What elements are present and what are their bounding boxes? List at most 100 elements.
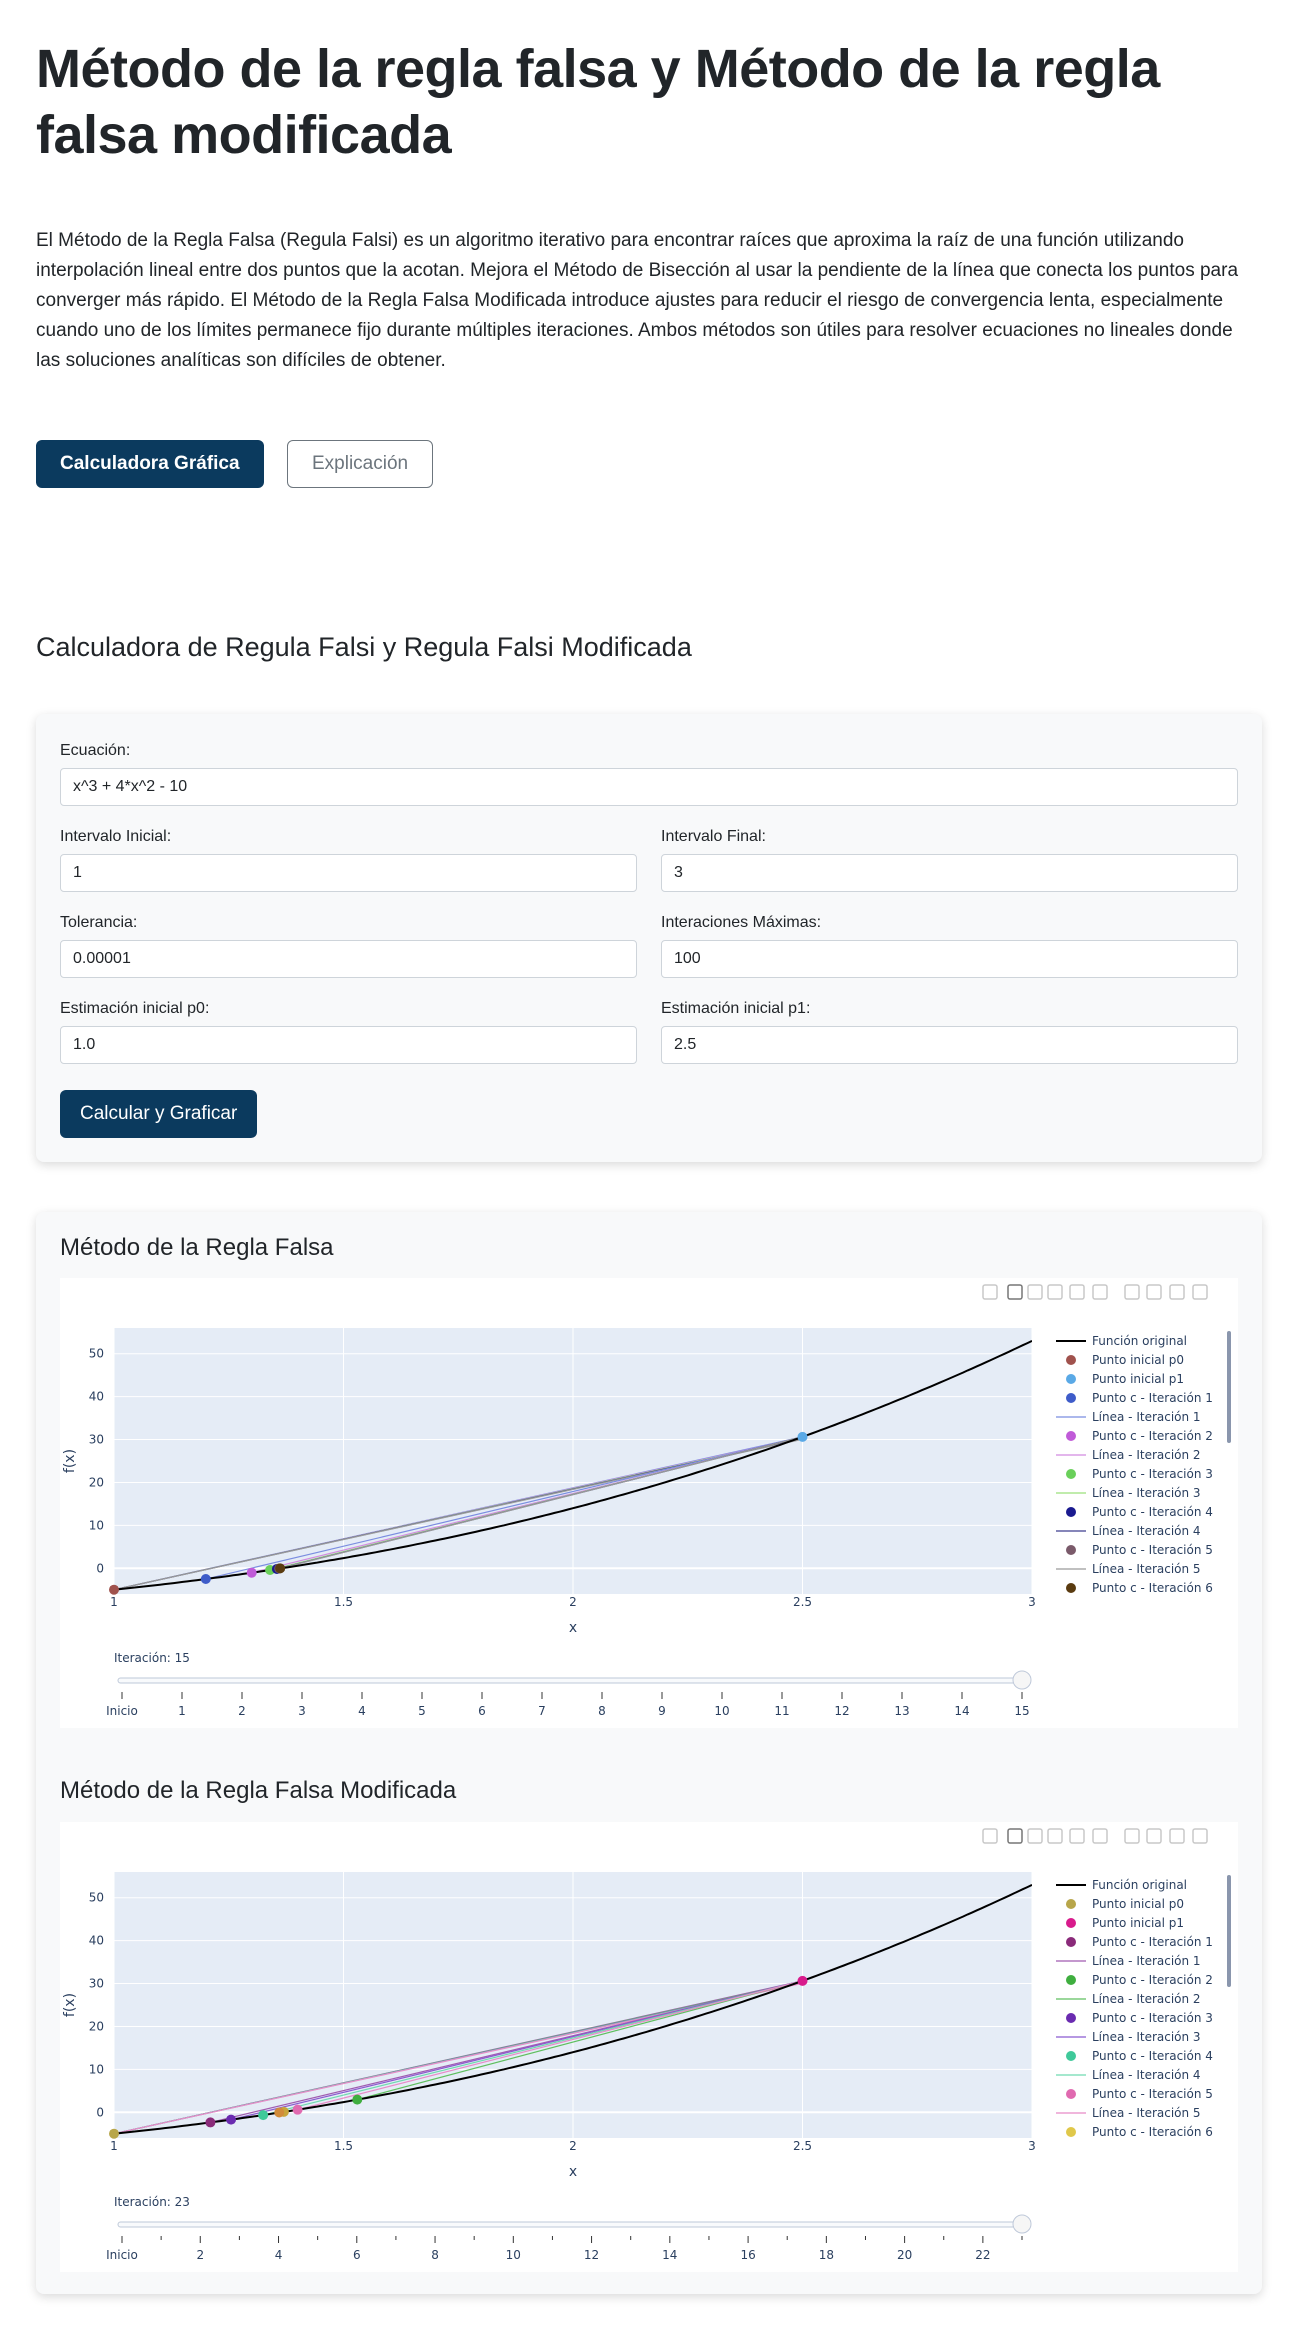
pan-icon[interactable] — [1027, 1284, 1043, 1300]
slider-step-label[interactable]: 4 — [275, 2248, 283, 2262]
equation-input[interactable]: x^3 + 4*x^2 - 10 — [60, 768, 1238, 806]
legend-dot-swatch[interactable] — [1066, 1918, 1076, 1928]
home-icon[interactable] — [1192, 1284, 1208, 1300]
home-icon[interactable] — [1192, 1828, 1208, 1844]
point-p1[interactable] — [797, 1431, 808, 1442]
slider-step-label[interactable]: 9 — [658, 1704, 666, 1718]
zoom-out-icon[interactable] — [1146, 1284, 1162, 1300]
autoscale-icon[interactable] — [1169, 1828, 1185, 1844]
slider-step-label[interactable]: 5 — [418, 1704, 426, 1718]
slider-step-label[interactable]: 14 — [954, 1704, 969, 1718]
legend-item-label[interactable]: Línea - Iteración 5 — [1092, 1562, 1201, 1576]
slider-step-label[interactable]: 12 — [584, 2248, 599, 2262]
legend-scrollbar[interactable] — [1227, 1331, 1231, 1443]
legend-dot-swatch[interactable] — [1066, 1937, 1076, 1947]
slider-step-label[interactable]: 12 — [834, 1704, 849, 1718]
zoom-in-icon[interactable] — [1124, 1284, 1140, 1300]
iteration-point-1[interactable] — [200, 1574, 211, 1585]
slider-step-label[interactable]: 6 — [478, 1704, 486, 1718]
legend-dot-swatch[interactable] — [1066, 2051, 1076, 2061]
slider-step-label[interactable]: 3 — [298, 1704, 306, 1718]
slider-step-label[interactable]: 6 — [353, 2248, 361, 2262]
slider-step-label[interactable]: 14 — [662, 2248, 677, 2262]
slider-step-label[interactable]: 15 — [1014, 1704, 1029, 1718]
lasso-icon[interactable] — [1069, 1284, 1085, 1300]
slider-step-label[interactable]: 8 — [598, 1704, 606, 1718]
iteration-point-1[interactable] — [205, 2117, 216, 2128]
slider-step-label[interactable]: 8 — [431, 2248, 439, 2262]
slider-step-label[interactable]: 18 — [819, 2248, 834, 2262]
legend-item-label[interactable]: Punto c - Iteración 3 — [1092, 1467, 1213, 1481]
legend-item-label[interactable]: Punto c - Iteración 4 — [1092, 1505, 1213, 1519]
legend-item-label[interactable]: Punto c - Iteración 2 — [1092, 1973, 1213, 1987]
slider-step-label[interactable]: 2 — [196, 2248, 204, 2262]
box-select-icon[interactable] — [1047, 1828, 1063, 1844]
legend-item-label[interactable]: Punto inicial p1 — [1092, 1916, 1184, 1930]
slider-step-label[interactable]: 7 — [538, 1704, 546, 1718]
iteration-point-2[interactable] — [246, 1567, 257, 1578]
slider-handle[interactable] — [1012, 1670, 1032, 1690]
camera-icon[interactable] — [982, 1828, 998, 1844]
legend-item-label[interactable]: Línea - Iteración 2 — [1092, 1448, 1201, 1462]
legend-item-label[interactable]: Punto c - Iteración 5 — [1092, 1543, 1213, 1557]
zoom-in-icon[interactable] — [1124, 1828, 1140, 1844]
legend-dot-swatch[interactable] — [1066, 1899, 1076, 1909]
legend-item-label[interactable]: Punto c - Iteración 4 — [1092, 2049, 1213, 2063]
lasso-icon[interactable] — [1069, 1828, 1085, 1844]
legend-item-label[interactable]: Punto inicial p0 — [1092, 1897, 1184, 1911]
legend-item-label[interactable]: Punto c - Iteración 5 — [1092, 2087, 1213, 2101]
zoom-out-icon[interactable] — [1146, 1828, 1162, 1844]
zoom-icon[interactable] — [1007, 1828, 1023, 1844]
legend-item-label[interactable]: Punto c - Iteración 1 — [1092, 1935, 1213, 1949]
p0-input[interactable]: 1.0 — [60, 1026, 637, 1064]
slider-step-label[interactable]: 11 — [774, 1704, 789, 1718]
legend-dot-swatch[interactable] — [1066, 1583, 1076, 1593]
point-p1[interactable] — [797, 1975, 808, 1986]
legend-item-label[interactable]: Línea - Iteración 4 — [1092, 2068, 1201, 2082]
legend-dot-swatch[interactable] — [1066, 1374, 1076, 1384]
slider-step-label[interactable]: 16 — [740, 2248, 755, 2262]
legend-item-label[interactable]: Punto c - Iteración 1 — [1092, 1391, 1213, 1405]
legend-item-label[interactable]: Punto inicial p1 — [1092, 1372, 1184, 1386]
camera-icon[interactable] — [982, 1284, 998, 1300]
tab-calculator-button[interactable]: Calculadora Gráfica — [36, 440, 264, 488]
slider-step-label[interactable]: 10 — [506, 2248, 521, 2262]
iteration-point-2[interactable] — [352, 2094, 363, 2105]
legend-dot-swatch[interactable] — [1066, 1975, 1076, 1985]
tab-explanation-button[interactable]: Explicación — [287, 440, 434, 488]
p1-input[interactable]: 2.5 — [661, 1026, 1238, 1064]
legend-item-label[interactable]: Línea - Iteración 5 — [1092, 2106, 1201, 2120]
legend-item-label[interactable]: Punto c - Iteración 6 — [1092, 1581, 1213, 1595]
legend-dot-swatch[interactable] — [1066, 1431, 1076, 1441]
zoom-icon[interactable] — [1007, 1284, 1023, 1300]
legend-item-label[interactable]: Línea - Iteración 4 — [1092, 1524, 1201, 1538]
legend-dot-swatch[interactable] — [1066, 2127, 1076, 2137]
slider-step-label[interactable]: Inicio — [106, 2248, 138, 2262]
iteration-point-4[interactable] — [258, 2110, 269, 2121]
slider-step-label[interactable]: Inicio — [106, 1704, 138, 1718]
iteration-point-3[interactable] — [226, 2114, 237, 2125]
interval-end-input[interactable]: 3 — [661, 854, 1238, 892]
legend-dot-swatch[interactable] — [1066, 2013, 1076, 2023]
legend-item-label[interactable]: Línea - Iteración 3 — [1092, 1486, 1201, 1500]
legend-dot-swatch[interactable] — [1066, 1469, 1076, 1479]
slider-step-label[interactable]: 2 — [238, 1704, 246, 1718]
legend-item-label[interactable]: Punto c - Iteración 6 — [1092, 2125, 1213, 2139]
slider-step-label[interactable]: 13 — [894, 1704, 909, 1718]
max-iterations-input[interactable]: 100 — [661, 940, 1238, 978]
slider-step-label[interactable]: 20 — [897, 2248, 912, 2262]
legend-scrollbar[interactable] — [1227, 1875, 1231, 1987]
slider-handle[interactable] — [1012, 2214, 1032, 2234]
legend-item-label[interactable]: Línea - Iteración 3 — [1092, 2030, 1201, 2044]
pan-icon[interactable] — [1027, 1828, 1043, 1844]
legend-item-label[interactable]: Línea - Iteración 1 — [1092, 1954, 1201, 1968]
legend-dot-swatch[interactable] — [1066, 1393, 1076, 1403]
legend-dot-swatch[interactable] — [1066, 1355, 1076, 1365]
slider-rail[interactable] — [117, 1677, 1027, 1684]
slider-step-label[interactable]: 10 — [714, 1704, 729, 1718]
interval-start-input[interactable]: 1 — [60, 854, 637, 892]
legend-dot-swatch[interactable] — [1066, 2089, 1076, 2099]
legend-dot-swatch[interactable] — [1066, 1507, 1076, 1517]
box-select-icon[interactable] — [1047, 1284, 1063, 1300]
legend-item-label[interactable]: Punto inicial p0 — [1092, 1353, 1184, 1367]
